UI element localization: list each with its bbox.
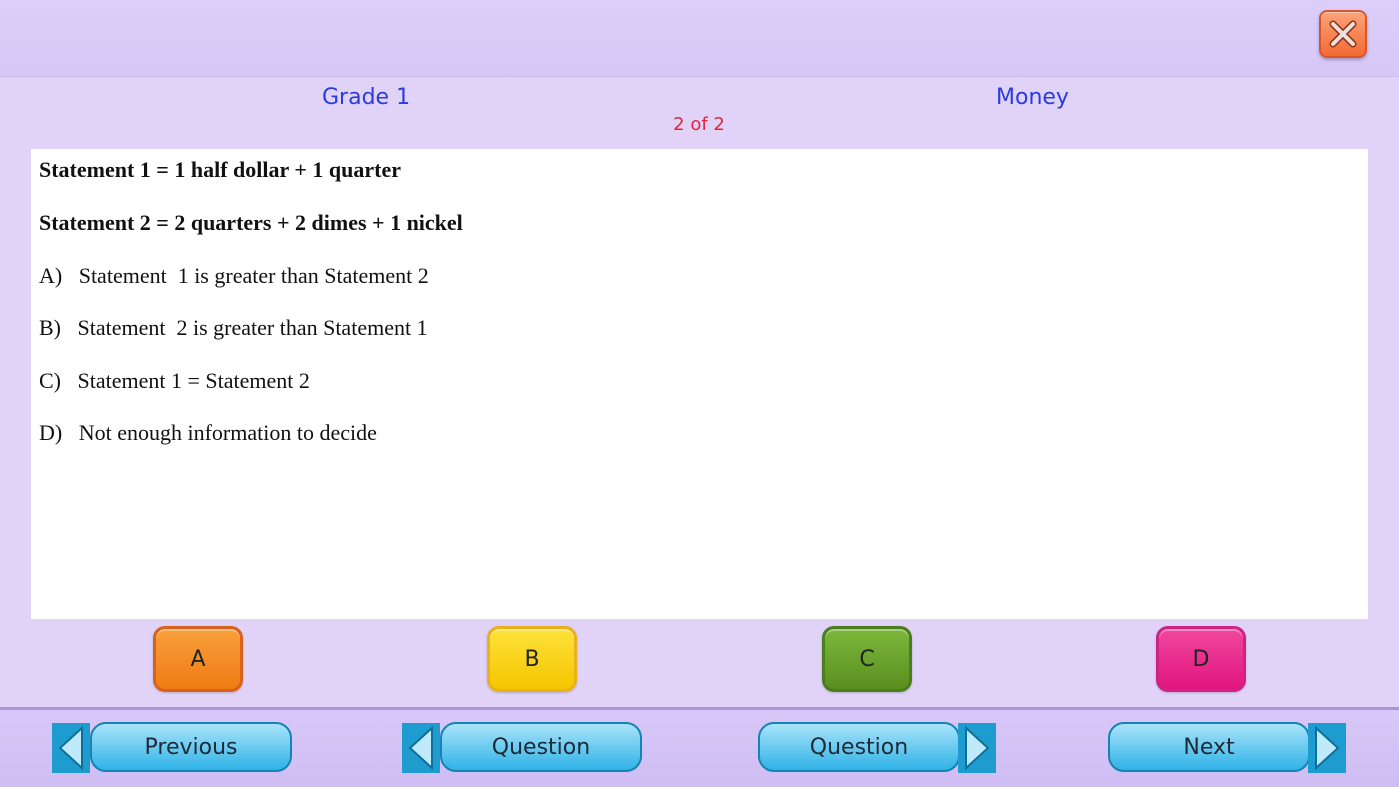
option-c-text: C) Statement 1 = Statement 2 <box>39 368 310 393</box>
answer-a-button[interactable]: A <box>153 626 243 692</box>
close-icon <box>1329 20 1357 48</box>
previous-button[interactable]: Previous <box>52 722 292 774</box>
top-bar <box>0 0 1399 77</box>
option-a-text: A) Statement 1 is greater than Statement… <box>39 263 429 288</box>
statement-2: Statement 2 = 2 quarters + 2 dimes + 1 n… <box>39 210 463 235</box>
topic-label: Money <box>996 85 1069 110</box>
answer-d-button[interactable]: D <box>1156 626 1246 692</box>
next-question-button[interactable]: Question <box>758 722 998 774</box>
option-b-text: B) Statement 2 is greater than Statement… <box>39 315 428 340</box>
next-button[interactable]: Next <box>1108 722 1348 774</box>
previous-label: Previous <box>90 722 292 772</box>
answer-c-button[interactable]: C <box>822 626 912 692</box>
close-button[interactable] <box>1319 10 1367 58</box>
arrow-left-icon <box>402 723 440 773</box>
arrow-right-icon <box>1308 723 1346 773</box>
question-counter: 2 of 2 <box>673 114 725 135</box>
next-question-label: Question <box>758 722 960 772</box>
previous-question-label: Question <box>440 722 642 772</box>
answer-b-button[interactable]: B <box>487 626 577 692</box>
previous-question-button[interactable]: Question <box>402 722 642 774</box>
arrow-left-icon <box>52 723 90 773</box>
next-label: Next <box>1108 722 1310 772</box>
question-panel: Statement 1 = 1 half dollar + 1 quarter … <box>31 149 1368 619</box>
arrow-right-icon <box>958 723 996 773</box>
statement-1: Statement 1 = 1 half dollar + 1 quarter <box>39 157 401 182</box>
option-d-text: D) Not enough information to decide <box>39 420 377 445</box>
grade-label: Grade 1 <box>322 85 411 110</box>
